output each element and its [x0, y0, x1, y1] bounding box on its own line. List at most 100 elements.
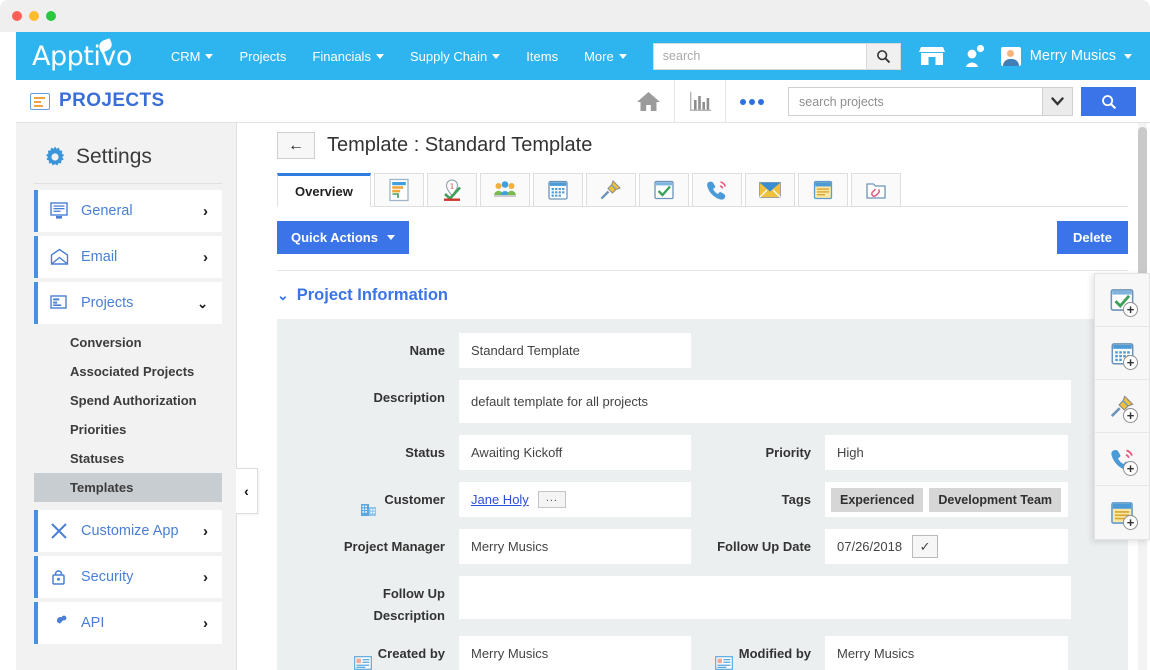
- plus-icon: +: [1123, 408, 1138, 423]
- global-search-input[interactable]: [654, 44, 866, 69]
- projects-search-input[interactable]: [789, 88, 1042, 115]
- tab-todo[interactable]: [639, 173, 689, 207]
- status-input[interactable]: Awaiting Kickoff: [459, 435, 691, 470]
- sidebar-item-statuses[interactable]: Statuses: [34, 444, 222, 473]
- apptivo-logo[interactable]: Apptivo: [32, 41, 132, 72]
- content-scrollbar-thumb[interactable]: [1138, 127, 1147, 282]
- quick-create-pin[interactable]: +: [1095, 380, 1149, 433]
- follow-up-description-input[interactable]: [459, 576, 1071, 619]
- tab-pinned[interactable]: [586, 173, 636, 207]
- global-nav-right: Merry Musics: [653, 32, 1132, 80]
- back-button[interactable]: ←: [277, 132, 315, 159]
- modified-by-input: Merry Musics: [825, 636, 1068, 670]
- customer-input[interactable]: Jane Holy ...: [459, 482, 691, 517]
- sidebar-item-conversion[interactable]: Conversion: [34, 328, 222, 357]
- tag-chip[interactable]: Experienced: [831, 488, 923, 512]
- tab-calendar[interactable]: [533, 173, 583, 207]
- close-window-dot[interactable]: [12, 11, 22, 21]
- field-value: High: [837, 445, 864, 460]
- tab-team[interactable]: [480, 173, 530, 207]
- minimize-window-dot[interactable]: [29, 11, 39, 21]
- sidebar-item-customize-app[interactable]: Customize App ›: [34, 510, 222, 552]
- more-actions-button[interactable]: [726, 80, 778, 123]
- field-label: Follow Up Date: [691, 529, 811, 554]
- sidebar-item-projects[interactable]: Projects ⌄: [34, 282, 222, 324]
- tab-notes[interactable]: [798, 173, 848, 207]
- field-label-line2: Description: [373, 608, 445, 624]
- projects-search-button[interactable]: [1081, 87, 1136, 116]
- more-dots-icon: [740, 99, 764, 105]
- bar-chart-icon: [689, 91, 712, 113]
- people-icon[interactable]: [965, 44, 985, 68]
- nav-item-more[interactable]: More: [571, 43, 640, 70]
- sidebar-item-templates[interactable]: Templates: [34, 473, 222, 502]
- sidebar-item-email[interactable]: Email ›: [34, 236, 222, 278]
- field-label-text: Customer: [384, 492, 445, 507]
- description-input[interactable]: default template for all projects: [459, 380, 1071, 423]
- quick-create-call[interactable]: +: [1095, 433, 1149, 486]
- calendar-icon: [547, 179, 569, 201]
- nav-item-supply-chain[interactable]: Supply Chain: [397, 43, 513, 70]
- global-search[interactable]: [653, 43, 901, 70]
- sidebar-item-security[interactable]: Security ›: [34, 556, 222, 598]
- tags-input[interactable]: Experienced Development Team: [825, 482, 1068, 517]
- maximize-window-dot[interactable]: [46, 11, 56, 21]
- store-icon[interactable]: [919, 45, 945, 67]
- record-title: Template : Standard Template: [327, 134, 592, 157]
- tab-attachments[interactable]: [851, 173, 901, 207]
- todo-check-icon: [653, 179, 675, 201]
- app-header: PROJECTS: [16, 80, 1150, 123]
- follow-up-date-input[interactable]: 07/26/2018 ✓: [825, 529, 1068, 564]
- tab-tasks[interactable]: [374, 173, 424, 207]
- check-icon[interactable]: ✓: [912, 535, 938, 558]
- nav-label: Projects: [239, 49, 286, 64]
- delete-button[interactable]: Delete: [1057, 221, 1128, 254]
- name-input[interactable]: Standard Template: [459, 333, 691, 368]
- nav-item-items[interactable]: Items: [513, 43, 571, 70]
- project-manager-input[interactable]: Merry Musics: [459, 529, 691, 564]
- field-created-by: Created by Merry Musics: [293, 636, 691, 670]
- quick-create-todo[interactable]: +: [1095, 274, 1149, 327]
- gear-icon: [44, 146, 66, 168]
- project-information-header[interactable]: ⌄ Project Information: [277, 286, 1128, 305]
- form-row-created-modified-by: Created by Merry Musics: [293, 636, 1112, 670]
- customer-link[interactable]: Jane Holy: [471, 492, 529, 507]
- global-search-button[interactable]: [866, 44, 900, 69]
- customer-more-button[interactable]: ...: [538, 491, 566, 508]
- sidebar-item-priorities[interactable]: Priorities: [34, 415, 222, 444]
- envelope-open-icon: [50, 248, 70, 266]
- page-title-label: PROJECTS: [59, 90, 165, 112]
- sidebar-collapse-toggle[interactable]: ‹: [236, 468, 258, 514]
- priority-input[interactable]: High: [825, 435, 1068, 470]
- sidebar-item-associated-projects[interactable]: Associated Projects: [34, 357, 222, 386]
- quick-actions-button[interactable]: Quick Actions: [277, 221, 409, 254]
- field-name: Name Standard Template: [293, 333, 1112, 368]
- home-button[interactable]: [622, 80, 674, 123]
- tab-calls[interactable]: [692, 173, 742, 207]
- field-label: Project Manager: [293, 529, 445, 554]
- quick-create-calendar[interactable]: +: [1095, 327, 1149, 380]
- user-menu[interactable]: Merry Musics: [1001, 47, 1132, 66]
- tag-chip[interactable]: Development Team: [929, 488, 1061, 512]
- field-description: Description default template for all pro…: [293, 380, 1112, 423]
- window-controls[interactable]: [12, 11, 56, 21]
- reports-button[interactable]: [674, 80, 726, 123]
- projects-search-field[interactable]: [788, 87, 1073, 116]
- field-follow-up-description: Follow Up Description: [293, 576, 1112, 624]
- tab-emails[interactable]: [745, 173, 795, 207]
- projects-search-dropdown[interactable]: [1042, 88, 1072, 115]
- sidebar-item-general[interactable]: General ›: [34, 190, 222, 232]
- tab-approvals[interactable]: 1: [427, 173, 477, 207]
- app-header-actions: [622, 80, 1150, 123]
- quick-create-note[interactable]: +: [1095, 486, 1149, 539]
- settings-header: Settings: [16, 123, 236, 183]
- form-row-description: Description default template for all pro…: [293, 380, 1112, 423]
- nav-item-crm[interactable]: CRM: [158, 43, 227, 70]
- sidebar-item-api[interactable]: API ›: [34, 602, 222, 644]
- tab-overview[interactable]: Overview: [277, 173, 371, 207]
- nav-item-financials[interactable]: Financials: [299, 43, 397, 70]
- nav-item-projects[interactable]: Projects: [226, 43, 299, 70]
- sidebar-sub-label: Priorities: [70, 422, 126, 437]
- field-label: Status: [293, 435, 445, 460]
- sidebar-item-spend-authorization[interactable]: Spend Authorization: [34, 386, 222, 415]
